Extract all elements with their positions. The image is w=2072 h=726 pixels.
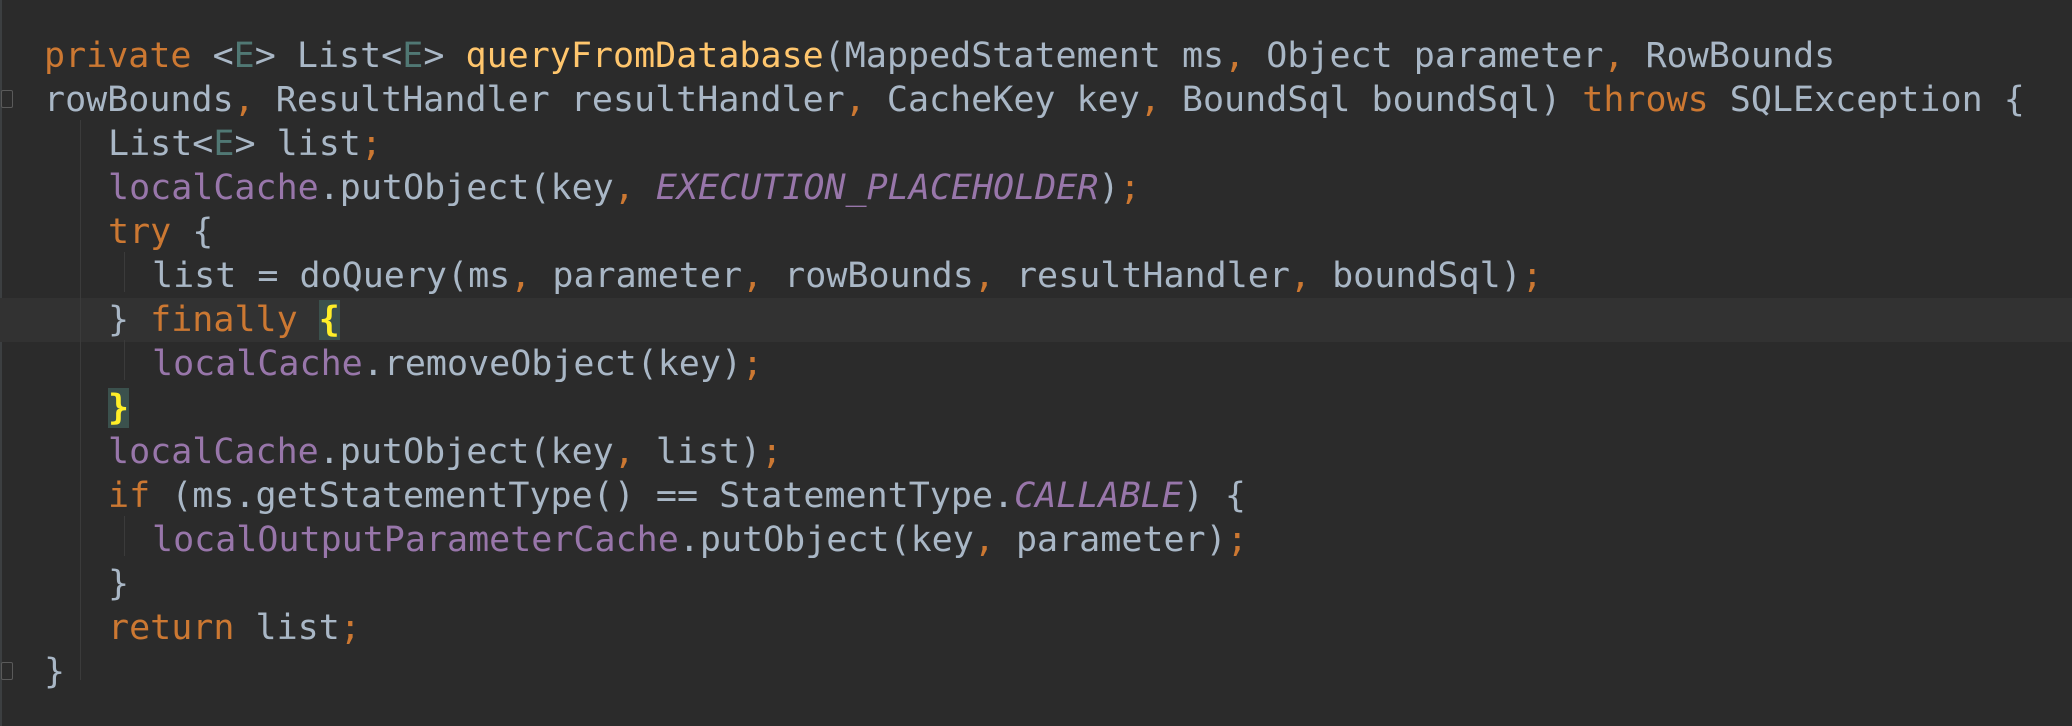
code-token: ) { [1182,476,1246,516]
code-token: resultHandler [994,256,1290,296]
code-editor[interactable]: private <E> List<E> queryFromDatabase(Ma… [0,0,2072,726]
code-token: try [108,212,172,252]
indent-guide [124,516,125,556]
fold-end-icon[interactable] [1,662,13,680]
code-token: list) [634,432,762,472]
code-line[interactable]: } [44,650,65,694]
code-token: , [233,80,255,120]
code-token: (MappedStatement ms [823,36,1225,76]
code-token: localCache [108,432,319,472]
code-token: , [742,256,764,296]
code-token: list [234,608,340,648]
code-token: ; [761,432,783,472]
code-token: , [973,256,995,296]
code-token: , [1289,256,1311,296]
code-token: } [44,652,66,692]
code-token: ; [742,344,764,384]
code-token: localCache [152,344,363,384]
code-line[interactable]: } [108,562,129,606]
indent-guide [124,252,125,292]
code-token: E [213,124,235,164]
code-line[interactable]: return list; [108,606,361,650]
code-token: { [171,212,214,252]
code-token: ; [339,608,361,648]
code-token: rowBounds [763,256,974,296]
code-token: , [973,520,995,560]
fold-start-icon[interactable] [1,90,13,108]
code-token: CacheKey key [865,80,1140,120]
code-token: .putObject(key [318,432,614,472]
code-token: localCache [108,168,319,208]
code-token: > [423,36,466,76]
code-token: queryFromDatabase [465,36,824,76]
code-token: List< [108,124,214,164]
code-line[interactable]: localOutputParameterCache.putObject(key,… [152,518,1248,562]
code-token: parameter) [994,520,1227,560]
code-line[interactable]: localCache.putObject(key, list); [108,430,782,474]
matched-brace: } [108,388,130,428]
code-token: < [191,36,234,76]
code-token: } [108,300,151,340]
code-token: , [613,168,635,208]
code-token: ; [1226,520,1248,560]
code-token: , [1139,80,1161,120]
code-token: throws [1582,80,1709,120]
code-line[interactable]: private <E> List<E> queryFromDatabase(Ma… [44,34,1835,78]
code-token: .removeObject(key) [362,344,743,384]
code-token: list = doQuery(ms [152,256,511,296]
code-token: , [1603,36,1625,76]
code-line[interactable]: localCache.putObject(key, EXECUTION_PLAC… [108,166,1141,210]
indent-guide [80,120,81,680]
code-token: RowBounds [1624,36,1836,76]
gutter [0,0,2,726]
code-line[interactable]: list = doQuery(ms, parameter, rowBounds,… [152,254,1543,298]
code-token: , [844,80,866,120]
indent-guide [124,340,125,380]
code-token: if [108,476,151,516]
code-token: .putObject(key [678,520,974,560]
code-token: SQLException { [1708,80,2025,120]
code-line[interactable]: localCache.removeObject(key); [152,342,763,386]
code-token: ) [1098,168,1120,208]
code-token: finally [150,300,298,340]
code-token: ; [360,124,382,164]
code-token: rowBounds [44,80,234,120]
code-token: E [233,36,255,76]
code-token: } [108,564,130,604]
code-token: localOutputParameterCache [152,520,679,560]
code-line[interactable]: try { [108,210,213,254]
code-token: > List< [254,36,403,76]
code-token: parameter [531,256,743,296]
code-token: ; [1119,168,1141,208]
code-token: Object parameter [1245,36,1604,76]
code-token: ResultHandler resultHandler [254,80,845,120]
code-token: return [108,608,235,648]
code-line[interactable]: } finally { [108,298,340,342]
code-token: boundSql) [1311,256,1522,296]
code-token: EXECUTION_PLACEHOLDER [655,168,1099,208]
code-token: > list [234,124,361,164]
code-token: BoundSql boundSql) [1160,80,1583,120]
code-token: , [613,432,635,472]
code-token: CALLABLE [1014,476,1183,516]
code-token: , [510,256,532,296]
code-line[interactable]: rowBounds, ResultHandler resultHandler, … [44,78,2025,122]
code-token: .putObject(key [318,168,614,208]
code-token: (ms.getStatementType() == StatementType. [150,476,1015,516]
code-line[interactable]: } [108,386,130,430]
code-token: ; [1521,256,1543,296]
code-token: private [44,36,192,76]
code-line[interactable]: if (ms.getStatementType() == StatementTy… [108,474,1246,518]
code-token: E [402,36,424,76]
code-token: , [1224,36,1246,76]
matched-brace: { [318,300,340,340]
code-line[interactable]: List<E> list; [108,122,382,166]
